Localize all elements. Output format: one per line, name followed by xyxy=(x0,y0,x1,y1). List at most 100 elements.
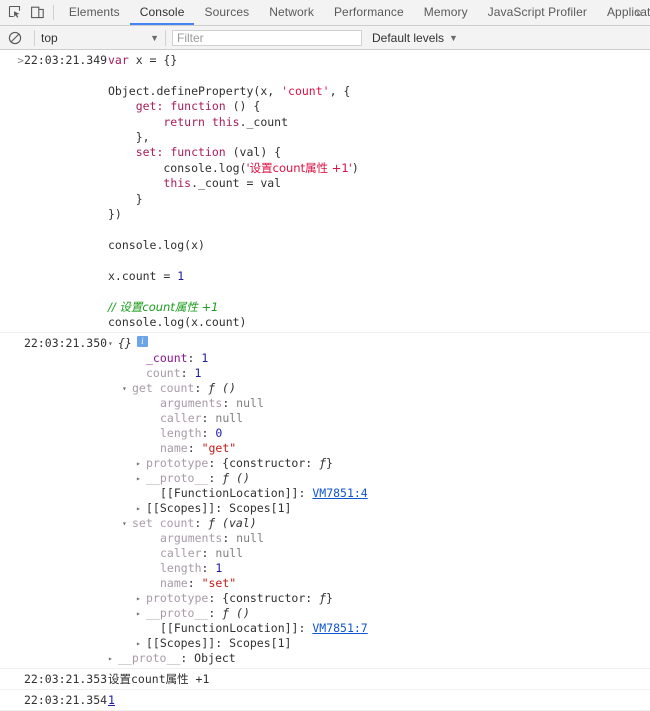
object-tree-root-row[interactable]: {} i xyxy=(108,336,650,351)
tab-performance[interactable]: Performance xyxy=(324,0,414,25)
clear-console-icon[interactable] xyxy=(6,29,24,47)
tab-performance-label: Performance xyxy=(333,4,404,19)
disclosure-triangle-closed-icon[interactable] xyxy=(136,456,146,471)
tab-memory[interactable]: Memory xyxy=(414,0,478,25)
property-name: prototype xyxy=(146,456,209,471)
source-location-link[interactable]: VM7851:4 xyxy=(312,486,367,501)
disclosure-triangle-closed-icon[interactable] xyxy=(136,471,146,486)
source-location-link[interactable]: VM7851:7 xyxy=(312,621,367,636)
property-value: ƒ () xyxy=(222,471,250,486)
property-value: Object xyxy=(194,651,236,666)
tab-network[interactable]: Network xyxy=(259,0,324,25)
property-separator: : xyxy=(187,351,202,366)
object-tree-row[interactable]: prototype: {constructor: ƒ} xyxy=(108,591,650,606)
inspect-element-icon[interactable] xyxy=(6,4,23,21)
object-tree-row[interactable]: __proto__: ƒ () xyxy=(108,471,650,486)
disclosure-triangle-open-icon[interactable] xyxy=(122,516,132,531)
object-tree-row[interactable]: caller: null xyxy=(108,546,650,561)
object-tree-row[interactable]: _count: 1 xyxy=(108,351,650,366)
object-tree-row[interactable]: prototype: {constructor: ƒ} xyxy=(108,456,650,471)
execution-context-value: top xyxy=(41,30,58,45)
tab-javascript-profiler-label: JavaScript Profiler xyxy=(487,4,587,19)
console-output[interactable]: > 22:03:21.349 var x = {} Object.defineP… xyxy=(0,50,650,711)
property-name: arguments xyxy=(160,396,223,411)
execution-context-selector[interactable]: top ▼ xyxy=(41,31,159,45)
property-value: 1 xyxy=(215,561,223,576)
message-body: {}i _count: 1count: 1get count: ƒ ()argu… xyxy=(108,336,650,666)
info-badge-icon[interactable]: i xyxy=(136,336,148,348)
object-tree-row[interactable]: [[Scopes]]: Scopes[1] xyxy=(108,501,650,516)
object-tree-row[interactable]: [[FunctionLocation]]: VM7851:7 xyxy=(108,621,650,636)
object-tree-row[interactable]: name: "get" xyxy=(108,441,650,456)
object-tree-row[interactable]: arguments: null xyxy=(108,531,650,546)
tab-elements-label: Elements xyxy=(68,4,120,19)
property-separator: : xyxy=(208,606,223,621)
property-name: length xyxy=(160,426,202,441)
property-separator: : xyxy=(194,516,209,531)
object-tree-row[interactable]: length: 1 xyxy=(108,561,650,576)
disclosure-triangle-closed-icon[interactable] xyxy=(108,651,118,666)
property-separator: : xyxy=(208,591,223,606)
object-tree[interactable]: {}i _count: 1count: 1get count: ƒ ()argu… xyxy=(108,336,650,666)
object-tree-row[interactable]: arguments: null xyxy=(108,396,650,411)
filter-input[interactable] xyxy=(172,29,362,46)
property-separator: : xyxy=(222,531,237,546)
disclosure-triangle-closed-icon[interactable] xyxy=(136,606,146,621)
property-value: "get" xyxy=(201,441,237,456)
object-tree-row[interactable]: get count: ƒ () xyxy=(108,381,650,396)
toolbar-divider xyxy=(53,5,54,20)
property-value: "set" xyxy=(201,576,237,591)
console-message-number[interactable]: 22:03:21.354 1 xyxy=(0,690,650,711)
log-levels-selector[interactable]: Default levels ▼ xyxy=(372,31,458,45)
object-tree-row[interactable]: set count: ƒ (val) xyxy=(108,516,650,531)
code-token: console.log( xyxy=(108,160,247,175)
tab-javascript-profiler[interactable]: JavaScript Profiler xyxy=(478,0,597,25)
code-token: 'count' xyxy=(281,83,330,98)
object-tree-row[interactable]: __proto__: Object xyxy=(108,651,650,666)
property-separator: : xyxy=(208,456,223,471)
object-tree-row[interactable]: count: 1 xyxy=(108,366,650,381)
property-value: null xyxy=(215,411,244,426)
disclosure-triangle-open-icon[interactable] xyxy=(122,381,132,396)
message-gutter xyxy=(0,672,24,687)
object-tree-row[interactable]: length: 0 xyxy=(108,426,650,441)
disclosure-triangle-closed-icon[interactable] xyxy=(136,636,146,651)
property-value: Scopes[1] xyxy=(229,636,292,651)
property-value: Scopes[1] xyxy=(229,501,292,516)
message-gutter xyxy=(0,693,24,708)
console-message-object[interactable]: 22:03:21.350 {}i _count: 1count: 1get co… xyxy=(0,333,650,670)
code-token: get: xyxy=(108,99,171,114)
toolbar-icon-group xyxy=(0,0,50,25)
property-value: 1 xyxy=(194,366,202,381)
message-timestamp: 22:03:21.349 xyxy=(24,53,108,67)
property-value: ƒ () xyxy=(222,606,250,621)
message-body: var x = {} Object.defineProperty(x, 'cou… xyxy=(108,53,650,330)
console-message-input[interactable]: > 22:03:21.349 var x = {} Object.defineP… xyxy=(0,50,650,334)
disclosure-triangle-open-icon[interactable] xyxy=(108,336,118,351)
tab-elements[interactable]: Elements xyxy=(59,0,130,25)
object-tree-row[interactable]: caller: null xyxy=(108,411,650,426)
tab-console[interactable]: Console xyxy=(129,0,195,25)
object-tree-row[interactable]: [[FunctionLocation]]: VM7851:4 xyxy=(108,486,650,501)
property-separator: : xyxy=(194,381,209,396)
message-timestamp: 22:03:21.350 xyxy=(24,336,108,351)
tab-sources[interactable]: Sources xyxy=(194,0,259,25)
device-toolbar-icon[interactable] xyxy=(29,4,46,21)
message-timestamp: 22:03:21.354 xyxy=(24,693,108,708)
object-tree-row[interactable]: name: "set" xyxy=(108,576,650,591)
code-token: }) xyxy=(108,207,122,222)
disclosure-triangle-closed-icon[interactable] xyxy=(136,591,146,606)
more-tabs-chevron-icon[interactable]: » xyxy=(628,0,650,25)
message-timestamp: 22:03:21.353 xyxy=(24,672,108,687)
object-tree-row[interactable]: [[Scopes]]: Scopes[1] xyxy=(108,636,650,651)
code-token: console.log(x) xyxy=(108,237,205,252)
message-body: 设置count属性 +1 xyxy=(108,672,650,687)
panel-tabs: Elements Console Sources Network Perform… xyxy=(59,0,650,25)
object-tree-row[interactable]: __proto__: ƒ () xyxy=(108,606,650,621)
property-name: length xyxy=(160,561,202,576)
tab-console-label: Console xyxy=(139,4,185,19)
property-separator: : xyxy=(201,411,216,426)
property-name: name xyxy=(160,441,188,456)
console-message-log[interactable]: 22:03:21.353 设置count属性 +1 xyxy=(0,669,650,691)
disclosure-triangle-closed-icon[interactable] xyxy=(136,501,146,516)
